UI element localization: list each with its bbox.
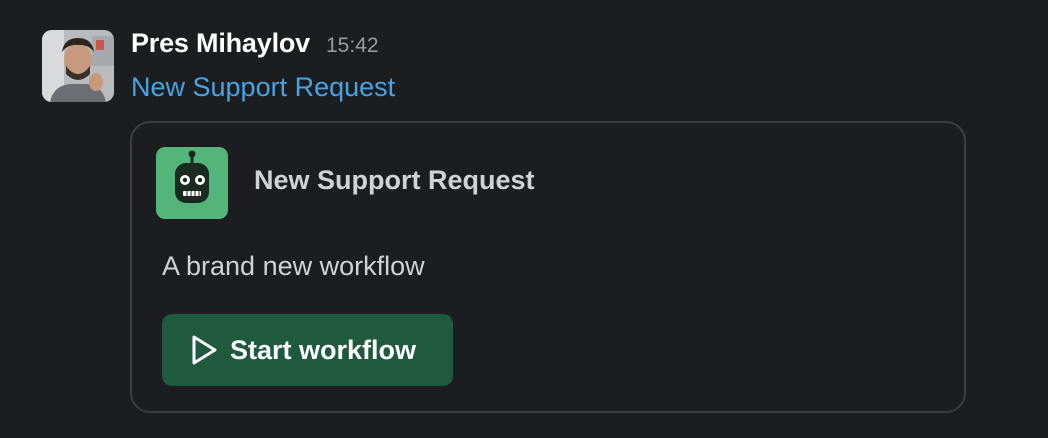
message: Pres Mihaylov 15:42 New Support Request … (0, 0, 1048, 438)
sender-name[interactable]: Pres Mihaylov (131, 28, 310, 59)
start-workflow-button[interactable]: Start workflow (162, 314, 453, 386)
message-header: Pres Mihaylov 15:42 (131, 28, 379, 64)
robot-icon (156, 147, 228, 219)
workflow-card: New Support Request A brand new workflow… (130, 121, 966, 413)
timestamp[interactable]: 15:42 (326, 34, 379, 58)
play-icon (190, 334, 218, 366)
start-workflow-label: Start workflow (230, 334, 417, 365)
avatar-photo (42, 30, 114, 102)
avatar[interactable] (42, 30, 114, 102)
message-link[interactable]: New Support Request (131, 72, 395, 103)
card-title: New Support Request (254, 165, 535, 195)
card-description: A brand new workflow (162, 251, 425, 281)
